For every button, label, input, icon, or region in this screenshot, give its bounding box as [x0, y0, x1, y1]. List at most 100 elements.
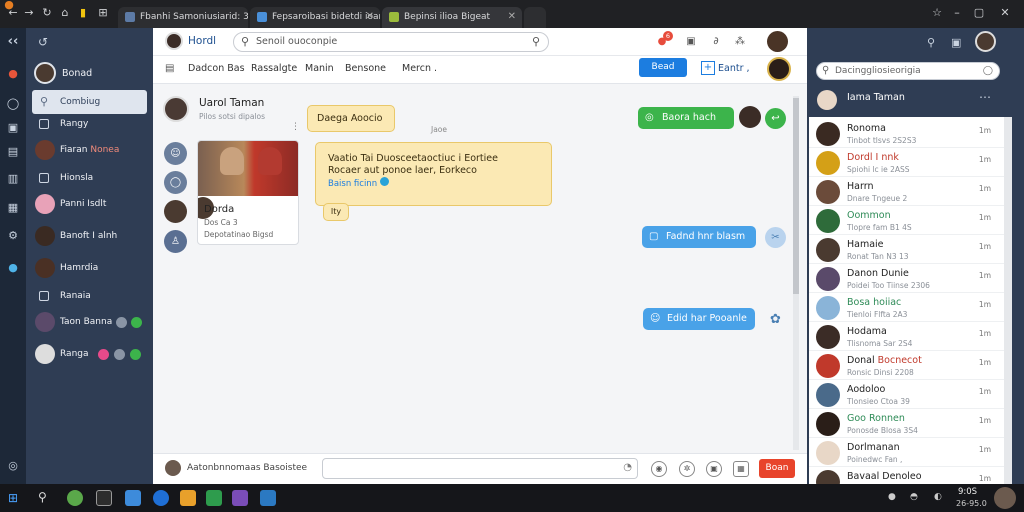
contact-header[interactable]: Iama Taman ⋯ — [809, 84, 1005, 117]
calendar-icon[interactable]: ▦ — [733, 461, 749, 477]
sidebar-item[interactable]: Panni Isdlt — [32, 192, 147, 216]
message-bubble[interactable]: Ity — [323, 203, 349, 221]
files-icon[interactable] — [180, 490, 196, 506]
browser-tab[interactable]: Fepsaroibasi bidetdi ioans ✕ — [250, 7, 380, 28]
contact-avatar[interactable] — [163, 96, 189, 122]
nav-link[interactable]: Rassalgte — [251, 63, 297, 74]
contact-item[interactable]: Aodoloo Tlonsieo Ctoa 39 1m — [809, 380, 1005, 409]
message-link[interactable]: Baisn ficinn — [328, 177, 551, 190]
tab-close-icon[interactable]: ✕ — [508, 7, 516, 27]
home-icon[interactable]: ⌂ — [58, 6, 72, 20]
edge-icon[interactable] — [153, 490, 169, 506]
reaction-icon[interactable]: ✂ — [765, 227, 786, 248]
member-avatar[interactable] — [164, 200, 187, 223]
nav-link[interactable]: Dadcon Bas — [188, 63, 245, 74]
profile-avatar[interactable] — [767, 57, 791, 81]
contact-item[interactable]: Goo Ronnen Ponosde Blosa 3S4 1m — [809, 409, 1005, 438]
contact-item[interactable]: Oommon Tlopre fam B1 4S 1m — [809, 206, 1005, 235]
panel-icon[interactable]: ▣ — [951, 36, 961, 49]
contact-item[interactable]: Hodama Tlisnoma Sar 2S4 1m — [809, 322, 1005, 351]
files-icon[interactable]: ▥ — [5, 171, 21, 187]
minimize-icon[interactable]: – — [950, 6, 964, 20]
add-icon[interactable]: + — [701, 61, 715, 75]
record-icon[interactable]: ◉ — [651, 461, 667, 477]
bookmark-icon[interactable]: ▮ — [76, 6, 90, 20]
sidebar-item[interactable]: Ranga — [32, 342, 147, 366]
calendar-icon[interactable]: ▤ — [5, 144, 21, 160]
contact-item[interactable]: Hamaie Ronat Tan N3 13 1m — [809, 235, 1005, 264]
window-close-icon[interactable]: ✕ — [998, 6, 1012, 20]
help-icon[interactable]: ◎ — [5, 458, 21, 474]
browser-tab[interactable]: Fbanhi Samoniusiarid: 3 X — [118, 7, 248, 28]
settings-icon[interactable]: ⚙ — [5, 228, 21, 244]
refresh-icon[interactable]: ↻ — [40, 6, 54, 20]
tray-icon[interactable]: ● — [888, 492, 896, 502]
message-bubble[interactable]: Daega Aoocio — [307, 105, 395, 132]
sidebar-item[interactable]: Banoft I alnh — [32, 224, 147, 248]
profile-card[interactable]: Dorda Dos Ca 3 Depotatinao Bigsd — [197, 140, 299, 245]
new-tab-button[interactable] — [524, 7, 546, 28]
contact-search-input[interactable]: ⚲ Dacinggliosieorigia ◯ — [816, 62, 1000, 80]
profile-avatar[interactable] — [34, 62, 56, 84]
more-icon[interactable]: ⋮ — [291, 122, 300, 132]
search-submit-icon[interactable]: ⚲ — [532, 33, 540, 51]
search-icon[interactable]: ⚲ — [927, 36, 935, 49]
reply-icon[interactable]: ↩ — [765, 108, 786, 129]
chat-icon[interactable]: ◯ — [5, 96, 21, 112]
attach-icon[interactable]: ✲ — [679, 461, 695, 477]
sidebar-item[interactable]: Hionsla — [32, 166, 147, 190]
emoji-icon[interactable]: ☺ — [164, 142, 187, 165]
folder-icon[interactable] — [125, 490, 141, 506]
contacts-icon[interactable]: ▣ — [5, 120, 21, 136]
sidebar-item[interactable]: Taon Banna — [32, 310, 147, 334]
menu-icon[interactable]: ▤ — [165, 63, 174, 74]
nav-link[interactable]: Bensone — [345, 63, 386, 74]
extension-icon[interactable]: ⊞ — [96, 6, 110, 20]
star-icon[interactable]: ☆ — [930, 6, 944, 20]
link-icon[interactable]: ∂ — [709, 35, 723, 49]
tab-close-icon[interactable]: ✕ — [366, 7, 374, 27]
contact-scrollbar[interactable] — [1004, 117, 1012, 484]
network-icon[interactable]: ◓ — [910, 492, 918, 502]
search-input[interactable]: ⚲ Senoil ouoconpie ⚲ — [233, 32, 549, 52]
collapse-icon[interactable]: ‹‹ — [5, 34, 21, 50]
browser-icon[interactable] — [67, 490, 83, 506]
document-icon[interactable]: ▦ — [5, 200, 21, 216]
sidebar-item[interactable]: Rangy — [32, 112, 147, 136]
volume-icon[interactable]: ◐ — [934, 492, 942, 502]
nav-link[interactable]: Mercn . — [402, 63, 437, 74]
message-pill[interactable]: ▢ Fadnd hnr blasm — [642, 226, 756, 248]
back-icon[interactable]: ← — [6, 6, 20, 20]
nav-link[interactable]: Manin — [305, 63, 334, 74]
primary-button[interactable]: Bead — [639, 58, 687, 77]
message-bubble[interactable]: Vaatio Tai Duosceetaoctiuc i Eortiee Roc… — [315, 142, 552, 206]
clear-icon[interactable]: ◯ — [983, 63, 993, 79]
browser-tab-active[interactable]: Bepinsi ilioa Bigeat ✕ — [382, 7, 522, 28]
user-avatar[interactable] — [994, 487, 1016, 509]
more-icon[interactable]: ⋯ — [979, 90, 991, 104]
group-icon[interactable]: ⁂ — [733, 35, 747, 49]
user-avatar[interactable] — [975, 31, 996, 52]
person-icon[interactable]: ♙ — [164, 230, 187, 253]
chat-scrollbar-thumb[interactable] — [793, 98, 799, 294]
back-icon[interactable]: ↺ — [38, 35, 48, 49]
sidebar-item[interactable]: ⚲ Combiug — [32, 90, 147, 114]
image-icon[interactable]: ▣ — [684, 35, 698, 49]
chat-bubble-icon[interactable]: ◯ — [164, 171, 187, 194]
terminal-icon[interactable] — [96, 490, 112, 506]
message-pill[interactable]: ☺ Edid har Pooanle — [643, 308, 755, 330]
user-avatar[interactable] — [767, 31, 788, 52]
forward-icon[interactable]: → — [22, 6, 36, 20]
contact-item[interactable]: Donal Bocnecot Ronsic Dinsi 2208 1m — [809, 351, 1005, 380]
maximize-icon[interactable]: ▢ — [972, 6, 986, 20]
sheets-icon[interactable] — [206, 490, 222, 506]
start-icon[interactable]: ⊞ — [8, 491, 18, 505]
message-input[interactable]: ◔ — [322, 458, 638, 479]
enter-link[interactable]: Eantr , — [718, 63, 750, 74]
send-button[interactable]: Boan — [759, 459, 795, 478]
app-icon[interactable] — [232, 490, 248, 506]
contact-item[interactable]: Ronoma Tinbot tlsvs 2S2S3 1m — [809, 119, 1005, 148]
sidebar-item[interactable]: Hamrdia — [32, 256, 147, 280]
contact-item[interactable]: Dordl I nnk Spiohi lc ie 2ASS 1m — [809, 148, 1005, 177]
store-icon[interactable] — [260, 490, 276, 506]
